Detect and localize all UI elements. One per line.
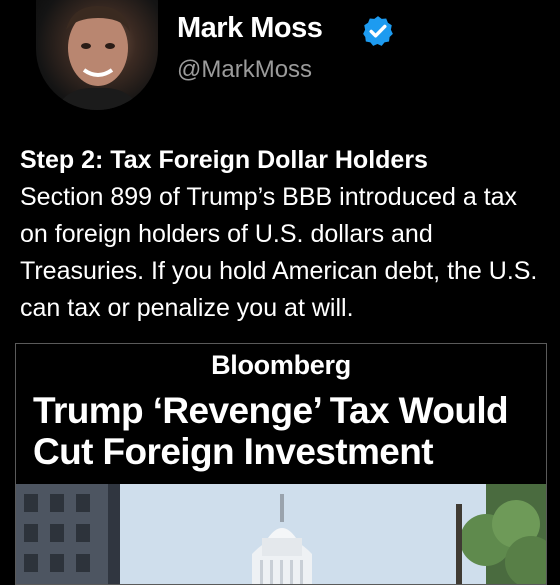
card-brand: Bloomberg [211,350,351,380]
card-title: Trump ‘Revenge’ Tax Would Cut Foreign In… [33,390,509,472]
capitol-building-image [16,484,546,584]
tweet-body: Section 899 of Trump’s BBB introduced a … [20,183,538,322]
verified-badge-icon [363,16,393,46]
user-handle[interactable]: @MarkMoss [177,56,312,84]
link-card[interactable]: Bloomberg Trump ‘Revenge’ Tax Would Cut … [15,343,547,585]
display-name[interactable]: Mark Moss [177,12,323,45]
tweet-header: Mark Moss @MarkMoss [36,0,556,112]
tweet-text: Step 2: Tax Foreign Dollar Holders Secti… [20,142,550,327]
avatar[interactable] [36,0,158,110]
avatar-portrait-image [56,6,140,110]
card-image [16,484,546,584]
tweet-headline: Step 2: Tax Foreign Dollar Holders [20,146,428,174]
